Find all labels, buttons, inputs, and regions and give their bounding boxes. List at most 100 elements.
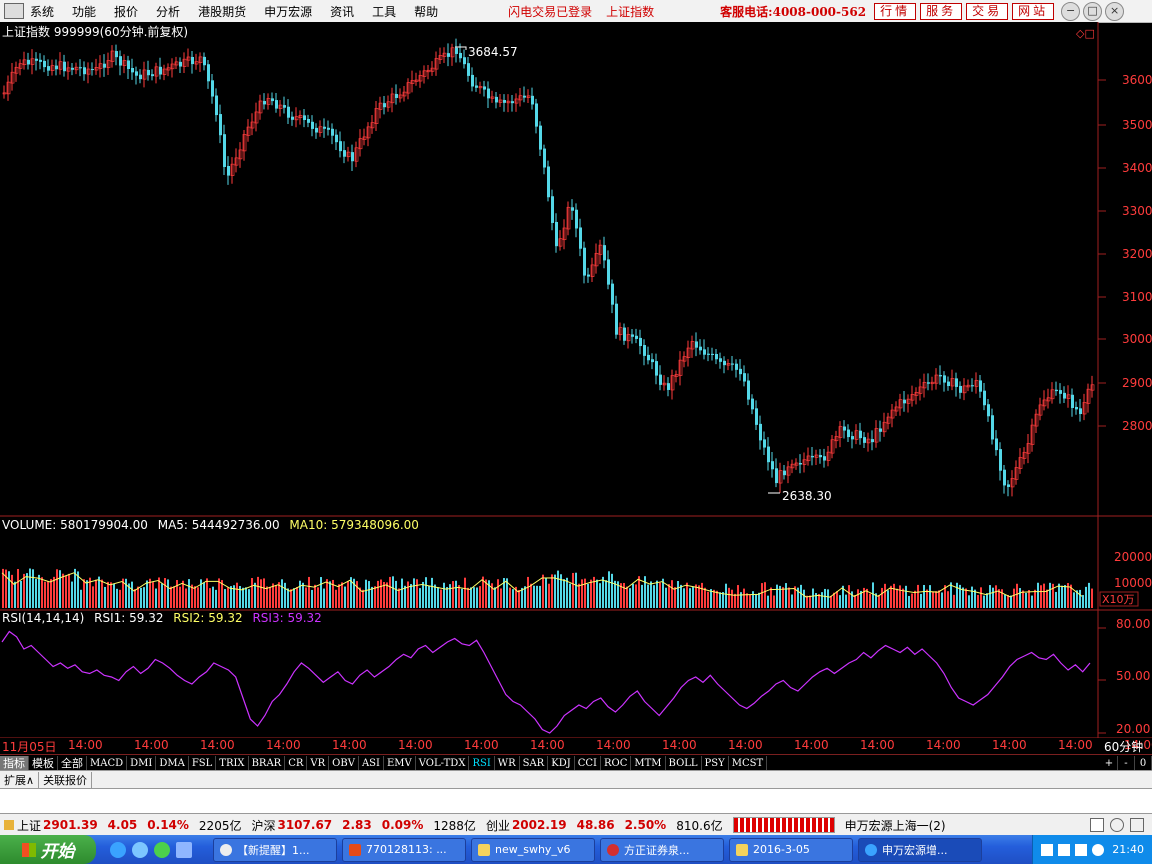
indicator-tab[interactable]: CCI [575, 755, 601, 771]
volume-bar [164, 578, 166, 608]
window-icon[interactable] [1090, 818, 1104, 832]
candle-body [615, 303, 618, 335]
quote-button[interactable]: 行情 [874, 2, 917, 20]
trade-button[interactable]: 交易 [966, 2, 1009, 20]
task-item-4[interactable]: 方正证券泉... [600, 837, 724, 862]
task-item-6[interactable]: 申万宏源增... [858, 837, 982, 862]
candle-body [447, 53, 450, 57]
volume-bar [392, 576, 394, 608]
restore-button[interactable]: □ [1083, 1, 1103, 21]
menu-system[interactable]: 系统 [30, 3, 54, 20]
lock-icon[interactable] [1130, 818, 1144, 832]
volume-bar [512, 589, 514, 608]
clock[interactable]: 21:40 [1112, 843, 1144, 856]
shield-icon[interactable] [1092, 843, 1105, 856]
menu-help[interactable]: 帮助 [414, 3, 438, 20]
indicator-tab[interactable]: OBV [329, 755, 359, 771]
indicator-tab[interactable]: ASI [359, 755, 384, 771]
close-button[interactable]: × [1105, 1, 1125, 21]
menu-analysis[interactable]: 分析 [156, 3, 180, 20]
volume-bar [956, 582, 958, 608]
candle-body [339, 141, 342, 152]
indicator-tab[interactable]: EMV [384, 755, 416, 771]
task-item-2[interactable]: 770128113: ... [342, 837, 466, 862]
volume-bar [641, 584, 643, 608]
indicator-tab[interactable]: SAR [520, 755, 549, 771]
hs-value: 3107.67 [277, 818, 333, 832]
indicator-tab[interactable]: RSI [469, 755, 495, 771]
period-selector[interactable]: 60分钟 [1104, 738, 1143, 755]
tray-icon[interactable] [1058, 843, 1071, 856]
candle-body [531, 95, 534, 105]
price-tick: 3300 [1122, 204, 1152, 218]
task-item-5[interactable]: 2016-3-05 [729, 837, 853, 862]
volume-bar [572, 572, 574, 608]
tab-control-button[interactable]: + [1101, 755, 1118, 771]
expand-tab[interactable]: 扩展∧ [0, 771, 40, 788]
volume-bar [530, 583, 532, 608]
candle-body [1059, 390, 1062, 394]
browser-icon[interactable] [132, 841, 148, 858]
alert-icon[interactable] [4, 820, 14, 830]
tab-control-button[interactable]: - [1118, 755, 1135, 771]
indicator-tab[interactable]: DMA [156, 755, 189, 771]
indicator-tab[interactable]: WR [495, 755, 520, 771]
chart-options-icon[interactable]: ◇□ [1076, 27, 1095, 40]
indicator-tab[interactable]: VOL-TDX [416, 755, 470, 771]
volume-bar [977, 594, 979, 608]
related-quote-tab[interactable]: 关联报价 [39, 771, 93, 788]
candle-body [551, 196, 554, 223]
show-desktop-icon[interactable] [176, 841, 192, 858]
tray-icon[interactable] [1075, 843, 1088, 856]
indicator-tab[interactable]: MACD [87, 755, 128, 771]
volume-bar [140, 587, 142, 608]
volume-bar [533, 585, 535, 608]
volume-bar [1016, 583, 1018, 608]
indicator-tab[interactable]: 模板 [29, 755, 58, 771]
indicator-tab[interactable]: PSY [702, 755, 729, 771]
menu-news[interactable]: 资讯 [330, 3, 354, 20]
indicator-tab[interactable]: BOLL [666, 755, 702, 771]
task-item-3[interactable]: new_swhy_v6 [471, 837, 595, 862]
indicator-tab[interactable]: KDJ [548, 755, 575, 771]
candle-body [587, 274, 590, 277]
volume-bar [419, 588, 421, 608]
indicator-tab[interactable]: TRIX [216, 755, 249, 771]
service-button[interactable]: 服务 [920, 2, 963, 20]
volume-bar [770, 587, 772, 608]
menu-hk-futures[interactable]: 港股期货 [198, 3, 246, 20]
volume-bar [467, 587, 469, 608]
tab-control-button[interactable]: 0 [1135, 755, 1152, 771]
indicator-tab[interactable]: MTM [631, 755, 666, 771]
volume-bar [545, 577, 547, 608]
start-label: 开始 [40, 842, 75, 862]
website-button[interactable]: 网站 [1012, 2, 1055, 20]
signal-icon[interactable] [1110, 818, 1124, 832]
start-button[interactable]: 开始 [0, 835, 96, 864]
server-label[interactable]: 申万宏源上海一(2) [845, 817, 946, 834]
volume-bar [473, 587, 475, 608]
minimize-button[interactable]: − [1061, 1, 1081, 21]
menu-swhy[interactable]: 申万宏源 [264, 3, 312, 20]
indicator-tab[interactable]: CR [285, 755, 308, 771]
indicator-tab[interactable]: 指标 [0, 755, 29, 771]
indicator-tab[interactable]: MCST [729, 755, 768, 771]
indicator-tab[interactable]: VR [307, 755, 330, 771]
indicator-tab[interactable]: FSL [189, 755, 217, 771]
ie-icon[interactable] [110, 841, 126, 858]
indicator-tab[interactable]: 全部 [58, 755, 87, 771]
menu-function[interactable]: 功能 [72, 3, 96, 20]
tray-icon[interactable] [1041, 843, 1054, 856]
volume-ma5: MA5: 544492736.00 [158, 518, 280, 532]
windows-logo-icon [21, 842, 36, 857]
menu-quote[interactable]: 报价 [114, 3, 138, 20]
menu-tools[interactable]: 工具 [372, 3, 396, 20]
kline-chart[interactable]: 上证指数 999999(60分钟.前复权) ◇□ 3600 3500 3400 330… [0, 22, 1152, 740]
indicator-tab[interactable]: BRAR [249, 755, 286, 771]
indicator-tab[interactable]: DMI [127, 755, 157, 771]
task-item-1[interactable]: 【新提醒】1... [213, 837, 337, 862]
candle-body [135, 71, 138, 76]
chrome-icon[interactable] [154, 841, 170, 858]
indicator-tab[interactable]: ROC [601, 755, 632, 771]
trade-login-status[interactable]: 闪电交易已登录 [508, 3, 592, 20]
